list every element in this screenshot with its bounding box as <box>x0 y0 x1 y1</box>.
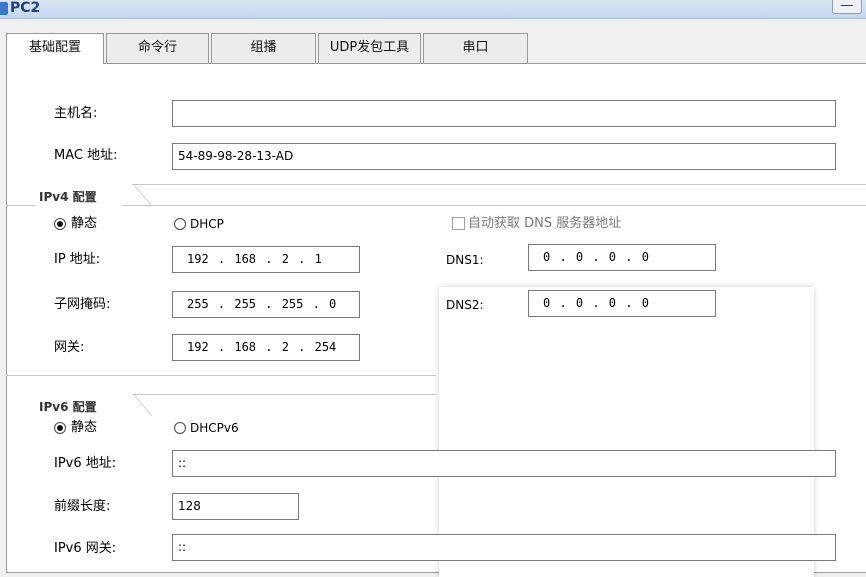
ipv4-dhcp-label: DHCP <box>190 217 224 231</box>
pc-icon <box>0 2 8 15</box>
tab-basic-config[interactable]: 基础配置 <box>6 33 104 64</box>
gateway-input[interactable]: 192 . 168 . 2 . 254 <box>172 334 360 361</box>
minimize-button[interactable]: — <box>832 0 862 14</box>
ipv6-section-line <box>132 394 437 395</box>
tab-command-line[interactable]: 命令行 <box>106 33 209 63</box>
dns1-input[interactable]: 0 . 0 . 0 . 0 <box>528 244 716 271</box>
dns2-input[interactable]: 0 . 0 . 0 . 0 <box>528 290 716 317</box>
tab-udp-tool[interactable]: UDP发包工具 <box>318 33 421 63</box>
subnet-mask-input[interactable]: 255 . 255 . 255 . 0 <box>172 291 360 318</box>
ipv6-address-input[interactable]: :: <box>172 450 836 477</box>
prefix-length-input[interactable]: 128 <box>172 493 299 520</box>
mac-input[interactable]: 54-89-98-28-13-AD <box>172 143 836 170</box>
ipv6-address-label: IPv6 地址: <box>54 456 117 471</box>
mac-label: MAC 地址: <box>54 148 118 163</box>
auto-dns-label: 自动获取 DNS 服务器地址 <box>468 216 622 231</box>
title-bar: PC2 — <box>0 0 866 19</box>
tab-serial[interactable]: 串口 <box>423 33 528 63</box>
prefix-length-label: 前缀长度: <box>54 499 111 514</box>
ipv6-section-header: IPv6 配置 <box>36 394 122 416</box>
subnet-mask-label: 子网掩码: <box>54 297 111 312</box>
tab-multicast[interactable]: 组播 <box>211 33 316 63</box>
ipv4-dhcp-radio[interactable] <box>174 218 186 230</box>
ip-address-label: IP 地址: <box>54 252 101 267</box>
dns2-label: DNS2: <box>446 298 484 312</box>
ipv6-dhcp-label: DHCPv6 <box>190 421 239 435</box>
dns1-label: DNS1: <box>446 253 484 267</box>
ipv4-static-label: 静态 <box>71 216 98 231</box>
ipv6-static-radio[interactable] <box>54 422 66 434</box>
ipv6-section-title: IPv6 配置 <box>39 400 97 414</box>
ipv6-gateway-label: IPv6 网关: <box>54 541 117 556</box>
ipv4-section-title: IPv4 配置 <box>39 190 97 204</box>
auto-dns-checkbox[interactable] <box>452 217 465 230</box>
hostname-input[interactable] <box>172 100 836 127</box>
ipv4-section-header: IPv4 配置 <box>36 184 122 206</box>
window-title: PC2 <box>10 0 41 16</box>
ipv4-section-line <box>132 184 866 185</box>
ip-address-input[interactable]: 192 . 168 . 2 . 1 <box>172 246 360 273</box>
ipv6-top-divider <box>6 375 436 376</box>
ipv4-static-radio[interactable] <box>54 218 66 230</box>
gateway-label: 网关: <box>54 340 85 355</box>
hostname-label: 主机名: <box>54 106 98 121</box>
ipv6-dhcp-radio[interactable] <box>174 422 186 434</box>
ipv6-gateway-input[interactable]: :: <box>172 534 836 561</box>
ipv6-static-label: 静态 <box>71 420 98 435</box>
